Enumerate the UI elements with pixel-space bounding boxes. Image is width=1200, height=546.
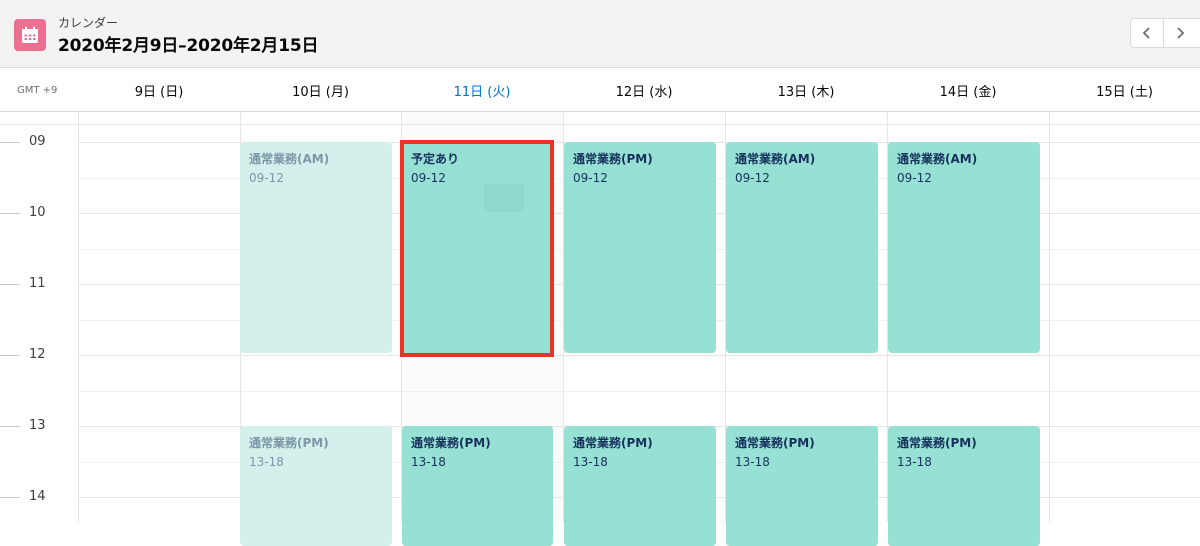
hour-label: 11 xyxy=(29,276,46,291)
event-time: 13-18 xyxy=(735,455,770,469)
chevron-left-icon xyxy=(1142,27,1150,39)
hour-tick xyxy=(0,497,20,498)
event-card-selected[interactable]: 予定あり 09-12 xyxy=(402,142,553,353)
day-header[interactable]: 15日 (土) xyxy=(1049,68,1200,112)
event-card[interactable]: 通常業務(AM) 09-12 xyxy=(240,142,392,353)
hour-tick xyxy=(0,284,20,285)
event-time: 13-18 xyxy=(249,455,284,469)
event-card[interactable]: 通常業務(PM) 13-18 xyxy=(240,426,392,546)
date-range-title: 2020年2月9日–2020年2月15日 xyxy=(58,36,319,56)
previous-week-button[interactable] xyxy=(1131,19,1163,47)
event-title: 通常業務(PM) xyxy=(573,436,653,450)
day-header-today[interactable]: 11日 (火) xyxy=(401,68,563,112)
event-time: 09-12 xyxy=(411,171,446,185)
hour-tick xyxy=(0,142,20,143)
hour-label: 09 xyxy=(29,134,46,149)
event-time: 13-18 xyxy=(411,455,446,469)
event-title: 通常業務(AM) xyxy=(249,152,330,166)
event-title: 通常業務(AM) xyxy=(735,152,816,166)
event-title: 通常業務(PM) xyxy=(897,436,977,450)
week-navigation xyxy=(1130,18,1200,48)
timezone-label: GMT +9 xyxy=(17,85,58,96)
event-time: 09-12 xyxy=(735,171,770,185)
event-time: 13-18 xyxy=(573,455,608,469)
event-card[interactable]: 通常業務(PM) 13-18 xyxy=(726,426,878,546)
day-header[interactable]: 9日 (日) xyxy=(78,68,240,112)
next-week-button[interactable] xyxy=(1163,19,1196,47)
hour-tick xyxy=(0,213,20,214)
hour-tick xyxy=(0,426,20,427)
event-title: 通常業務(PM) xyxy=(249,436,329,450)
chevron-right-icon xyxy=(1177,27,1185,39)
event-title: 通常業務(AM) xyxy=(897,152,978,166)
hour-label: 10 xyxy=(29,205,46,220)
calendar-icon xyxy=(14,19,46,51)
day-header[interactable]: 12日 (水) xyxy=(563,68,725,112)
hour-label: 13 xyxy=(29,418,46,433)
column-divider xyxy=(78,112,79,522)
week-time-grid[interactable]: 09 10 11 12 13 14 通常業務(AM) 09-12 予定あり 09… xyxy=(0,112,1200,546)
event-card[interactable]: 通常業務(AM) 09-12 xyxy=(888,142,1040,353)
event-time: 09-12 xyxy=(249,171,284,185)
day-header-row: GMT +9 9日 (日) 10日 (月) 11日 (火) 12日 (水) 13… xyxy=(0,68,1200,112)
day-header[interactable]: 10日 (月) xyxy=(240,68,401,112)
hour-label: 12 xyxy=(29,347,46,362)
event-title: 通常業務(PM) xyxy=(735,436,815,450)
hour-label: 14 xyxy=(29,489,46,504)
event-title: 予定あり xyxy=(411,152,460,166)
day-header[interactable]: 14日 (金) xyxy=(887,68,1049,112)
calendar-header: カレンダー 2020年2月9日–2020年2月15日 xyxy=(0,0,1200,68)
drag-ghost xyxy=(484,184,524,212)
day-header[interactable]: 13日 (木) xyxy=(725,68,887,112)
column-divider xyxy=(1049,112,1050,522)
event-time: 09-12 xyxy=(897,171,932,185)
event-card[interactable]: 通常業務(PM) 13-18 xyxy=(888,426,1040,546)
event-card[interactable]: 通常業務(PM) 09-12 xyxy=(564,142,716,353)
divider xyxy=(0,124,1200,125)
event-card[interactable]: 通常業務(PM) 13-18 xyxy=(564,426,716,546)
app-label: カレンダー xyxy=(58,16,119,30)
hour-line xyxy=(78,355,1200,356)
event-card[interactable]: 通常業務(PM) 13-18 xyxy=(402,426,553,546)
event-title: 通常業務(PM) xyxy=(573,152,653,166)
event-time: 09-12 xyxy=(573,171,608,185)
event-card[interactable]: 通常業務(AM) 09-12 xyxy=(726,142,878,353)
event-title: 通常業務(PM) xyxy=(411,436,491,450)
half-hour-line xyxy=(78,391,1200,392)
event-time: 13-18 xyxy=(897,455,932,469)
hour-tick xyxy=(0,355,20,356)
